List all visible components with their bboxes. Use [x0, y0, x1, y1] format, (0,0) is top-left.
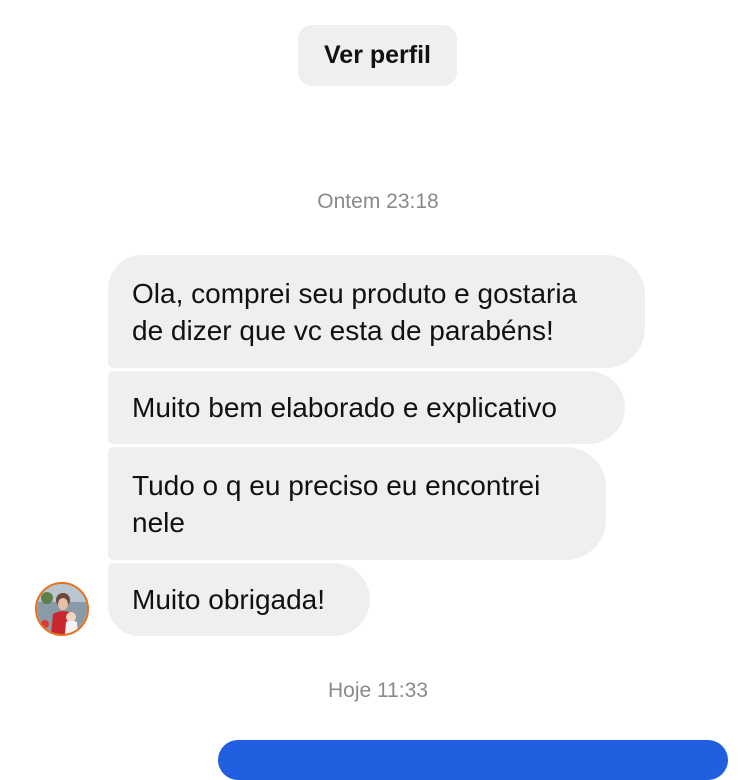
message-text: Muito obrigada! — [132, 581, 325, 618]
timestamp-yesterday: Ontem 23:18 — [317, 190, 439, 213]
message-bubble[interactable]: Ola, comprei seu produto e gostaria de d… — [108, 255, 645, 368]
message-line: Muito bem elaborado e explicativo — [132, 392, 557, 423]
timestamp-today: Hoje 11:33 — [327, 679, 429, 702]
view-profile-button[interactable]: Ver perfil — [298, 25, 457, 86]
message-bubble[interactable]: Muito obrigada! — [108, 563, 370, 636]
message-line: Tudo o q eu preciso eu encontrei — [132, 469, 541, 501]
message-bubble[interactable]: Muito bem elaborado e explicativo — [108, 371, 625, 444]
avatar-photo-icon — [37, 584, 87, 634]
avatar[interactable] — [35, 582, 89, 636]
message-text: Ola, comprei seu produto e gostaria de d… — [132, 275, 577, 349]
message-text: Tudo o q eu preciso eu encontrei nele — [132, 467, 540, 541]
message-line: Ola, comprei seu produto e gostaria — [132, 277, 578, 309]
message-text: Muito bem elaborado e explicativo — [132, 389, 557, 426]
message-line: de dizer que vc esta de parabéns! — [132, 314, 554, 346]
message-line: nele — [132, 506, 185, 538]
message-line: Muito obrigada! — [132, 584, 326, 615]
message-bubble[interactable]: Tudo o q eu preciso eu encontrei nele — [108, 447, 606, 560]
outgoing-message-bubble[interactable] — [218, 740, 728, 780]
